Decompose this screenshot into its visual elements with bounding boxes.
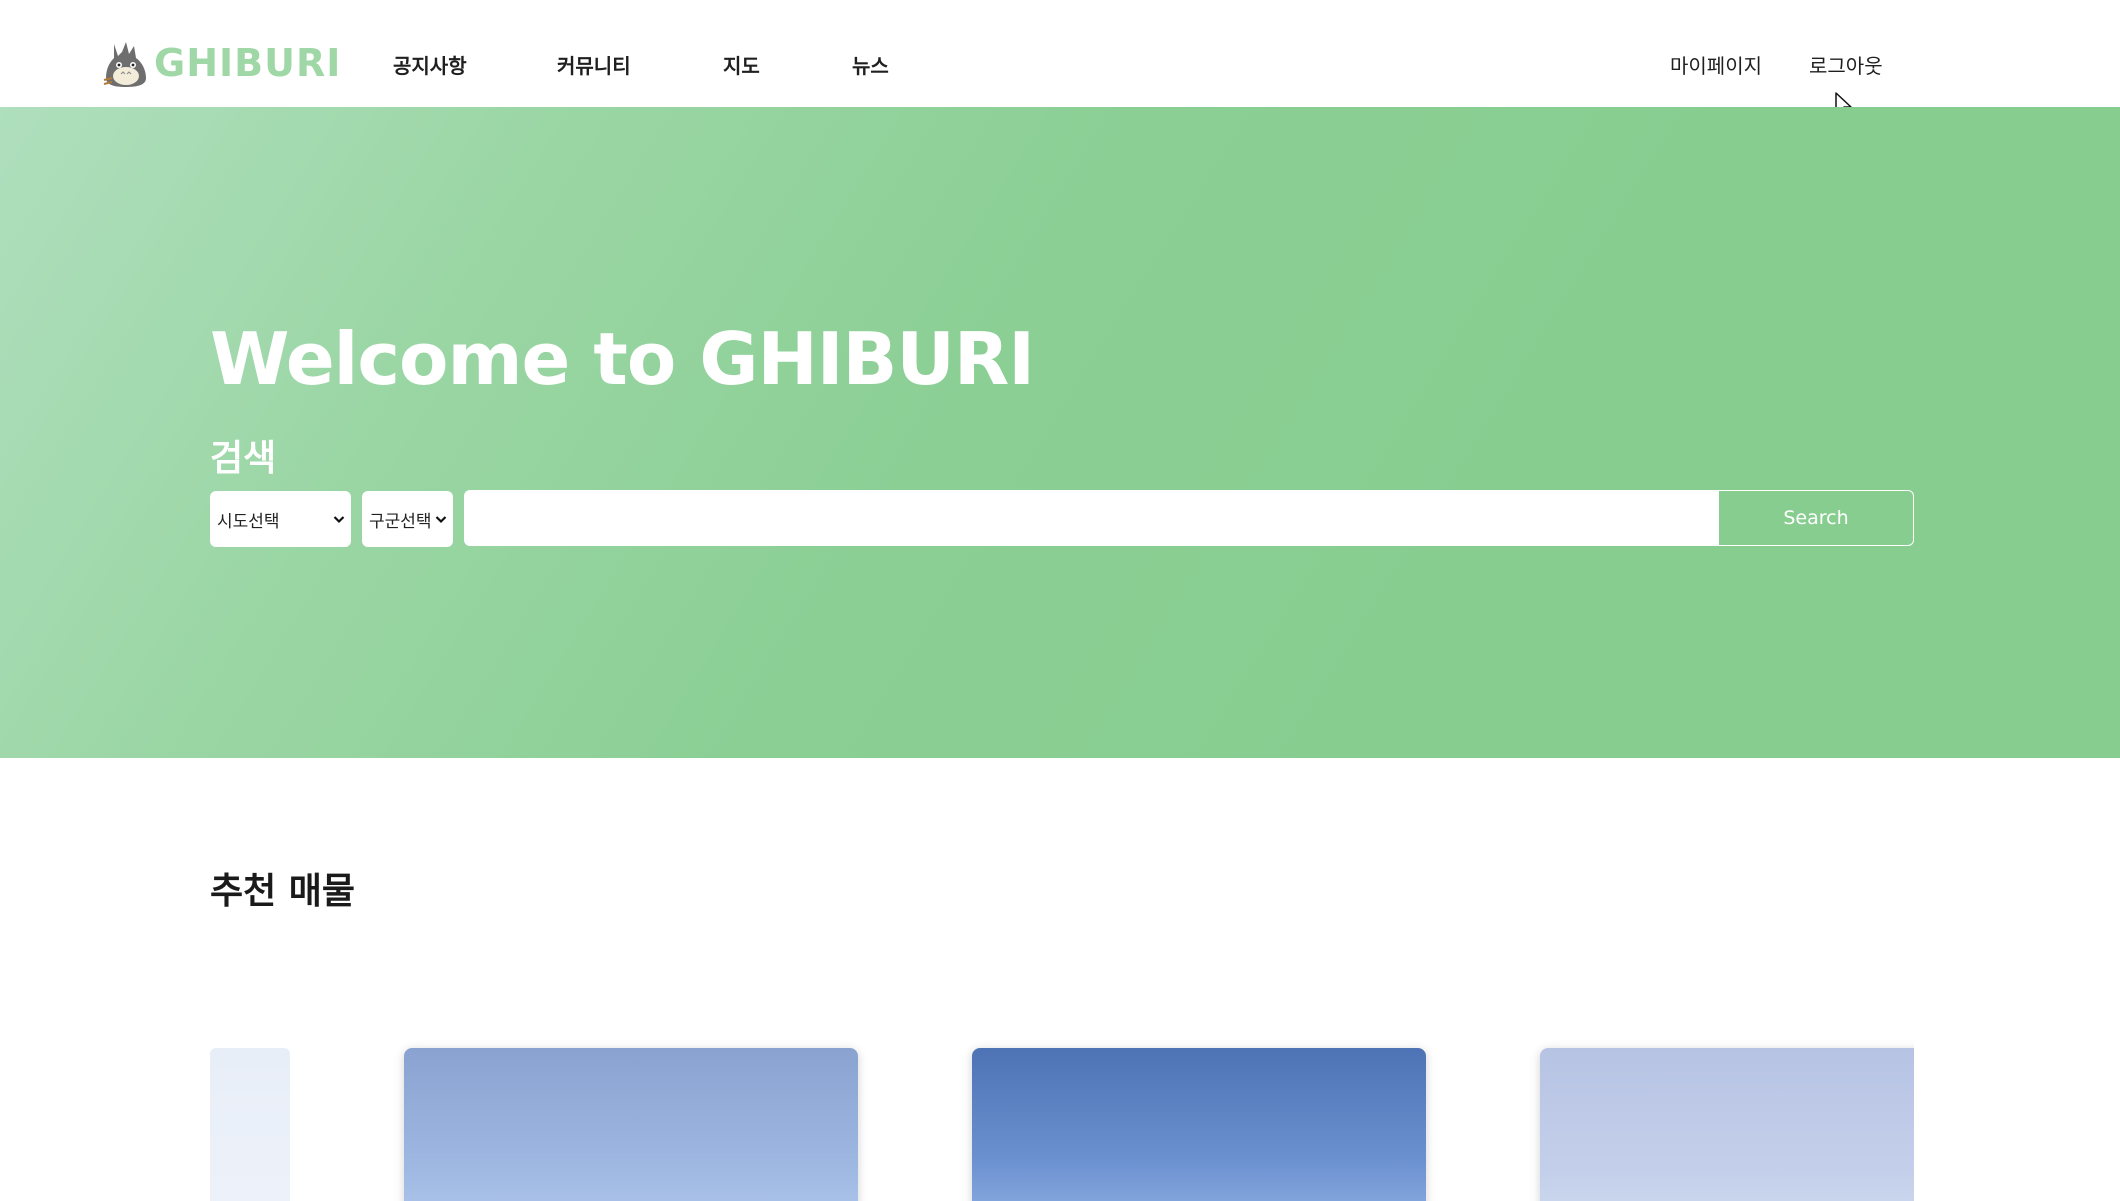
- building-photo-icon: [404, 1048, 858, 1201]
- search-heading: 검색: [210, 438, 277, 479]
- listing-card[interactable]: [404, 1048, 858, 1201]
- nav-item-news[interactable]: 뉴스: [852, 50, 889, 79]
- gugun-select-value: 구군선택: [369, 511, 432, 532]
- nav-item-notice[interactable]: 공지사항: [393, 50, 467, 79]
- top-header: GHIBURI 공지사항 커뮤니티 지도 뉴스 마이페이지 로그아웃: [0, 0, 2120, 118]
- gugun-select[interactable]: 구군선택: [362, 491, 453, 547]
- search-input[interactable]: [464, 490, 1718, 546]
- logo[interactable]: GHIBURI: [102, 36, 341, 90]
- building-photo-icon: [1540, 1048, 1914, 1201]
- recommended-carousel[interactable]: [210, 1040, 1914, 1201]
- nav-item-community[interactable]: 커뮤니티: [557, 50, 631, 79]
- chevron-down-icon: [333, 515, 345, 523]
- logo-text: GHIBURI: [154, 41, 342, 85]
- mypage-link[interactable]: 마이페이지: [1670, 50, 1762, 79]
- carousel-faded-card: [210, 1048, 290, 1201]
- hero-banner: Welcome to GHIBURI 검색 시도선택 구군선택: [0, 107, 2120, 758]
- chevron-down-icon: [435, 515, 447, 523]
- totoro-icon: [103, 42, 146, 87]
- sido-select-value: 시도선택: [217, 511, 280, 532]
- recommended-title: 추천 매물: [210, 871, 356, 912]
- listing-card[interactable]: [972, 1048, 1426, 1201]
- sido-select[interactable]: 시도선택: [210, 491, 351, 547]
- logout-link[interactable]: 로그아웃: [1809, 50, 1883, 79]
- nav-item-map[interactable]: 지도: [723, 50, 760, 79]
- search-button[interactable]: Search: [1718, 490, 1914, 546]
- building-photo-icon: [972, 1048, 1426, 1201]
- hero-title: Welcome to GHIBURI: [210, 317, 1035, 401]
- listing-card[interactable]: [1540, 1048, 1914, 1201]
